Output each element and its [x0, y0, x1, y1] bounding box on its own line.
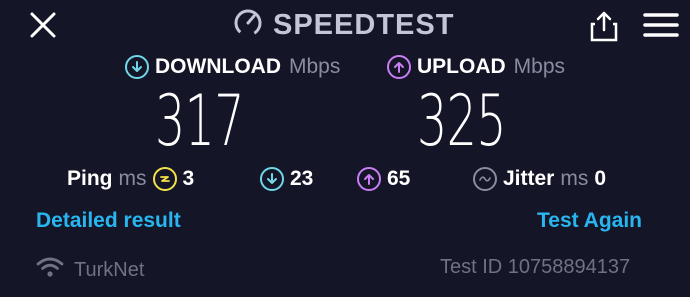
- jitter-unit: ms: [560, 167, 589, 190]
- ping-label: Ping: [67, 167, 113, 190]
- upload-arrow-icon: [387, 55, 411, 79]
- upload-arrow-icon: [357, 167, 381, 191]
- upload-header: UPLOAD Mbps: [387, 55, 565, 79]
- ping-stat: Ping ms 3: [67, 167, 194, 191]
- upload-latency-stat: 65: [357, 167, 410, 191]
- download-header: DOWNLOAD Mbps: [125, 55, 340, 79]
- share-icon[interactable]: [588, 9, 620, 43]
- download-arrow-icon: [125, 55, 149, 79]
- upload-unit: Mbps: [513, 55, 566, 78]
- upload-latency-value: 65: [387, 167, 411, 190]
- download-unit: Mbps: [288, 55, 341, 78]
- download-latency-stat: 23: [260, 167, 313, 191]
- isp-info: TurkNet: [36, 256, 144, 284]
- ping-lightning-icon: [152, 167, 177, 191]
- jitter-stat: Jitter ms 0: [473, 167, 606, 191]
- jitter-wave-icon: [473, 167, 497, 191]
- jitter-value: 0: [594, 167, 607, 190]
- upload-label: UPLOAD: [417, 55, 506, 78]
- app-title: SPEEDTEST: [273, 8, 455, 41]
- detailed-result-link[interactable]: Detailed result: [36, 209, 181, 233]
- download-label: DOWNLOAD: [155, 55, 281, 78]
- download-speed-value: 317: [155, 80, 244, 162]
- test-again-link[interactable]: Test Again: [537, 209, 642, 233]
- test-id: Test ID 10758894137: [440, 256, 631, 278]
- speedometer-icon: [233, 8, 263, 43]
- brand-header: SPEEDTEST: [233, 8, 454, 42]
- download-arrow-icon: [260, 167, 284, 191]
- isp-name: TurkNet: [74, 258, 145, 281]
- upload-speed-value: 325: [417, 80, 506, 162]
- ping-unit: ms: [118, 167, 147, 190]
- ping-value: 3: [182, 167, 195, 190]
- jitter-label: Jitter: [503, 167, 555, 190]
- close-icon[interactable]: [28, 10, 58, 40]
- wifi-icon: [36, 256, 64, 284]
- download-latency-value: 23: [290, 167, 314, 190]
- hamburger-menu-icon[interactable]: [643, 12, 679, 38]
